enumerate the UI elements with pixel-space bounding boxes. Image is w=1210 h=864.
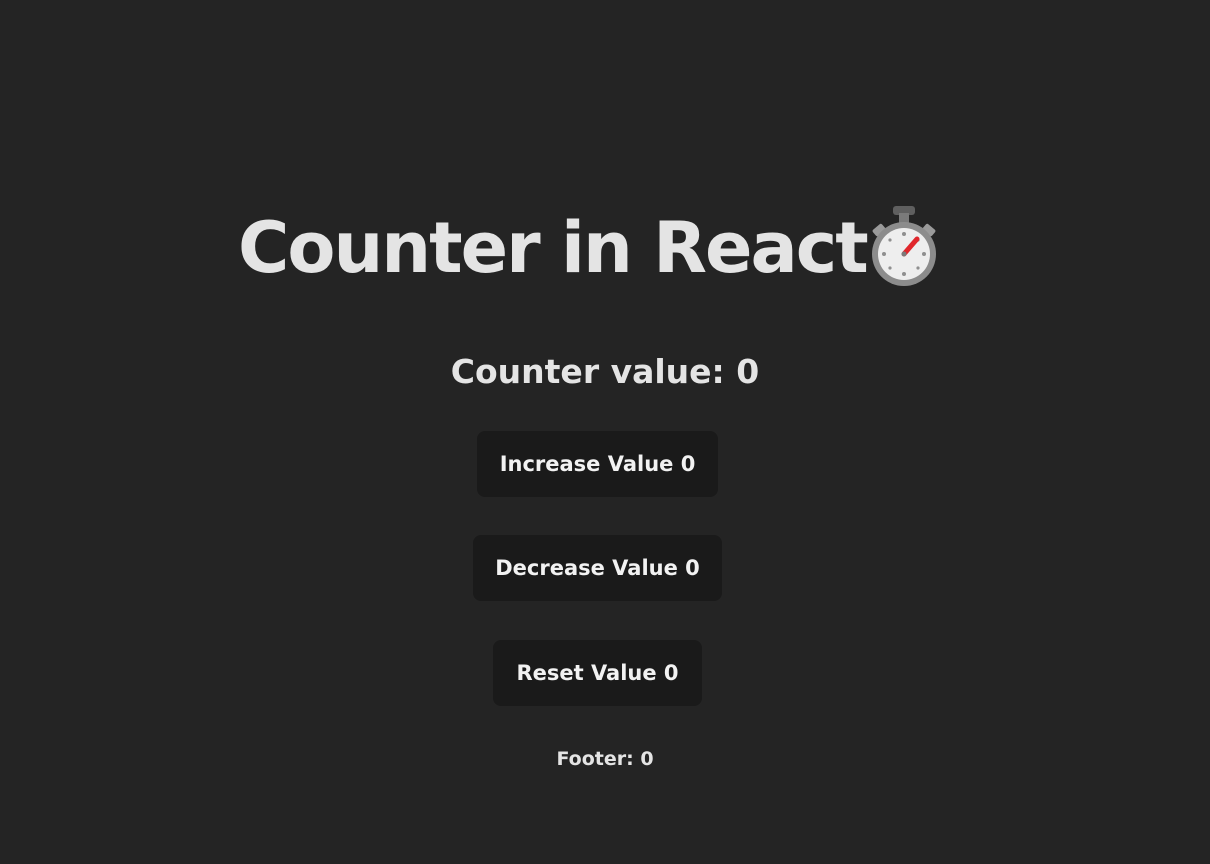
counter-value-text: Counter value: 0 — [450, 352, 760, 391]
stopwatch-icon — [872, 206, 936, 286]
decrease-button[interactable]: Decrease Value 0 — [473, 535, 722, 601]
page-title: Counter in React — [238, 207, 869, 289]
footer-text: Footer: 0 — [556, 748, 654, 770]
app-root: Counter in React Counter value: 0 Increa… — [0, 0, 1210, 864]
increase-button[interactable]: Increase Value 0 — [477, 431, 718, 497]
title-row: Counter in React — [0, 198, 1210, 298]
reset-button[interactable]: Reset Value 0 — [493, 640, 702, 706]
